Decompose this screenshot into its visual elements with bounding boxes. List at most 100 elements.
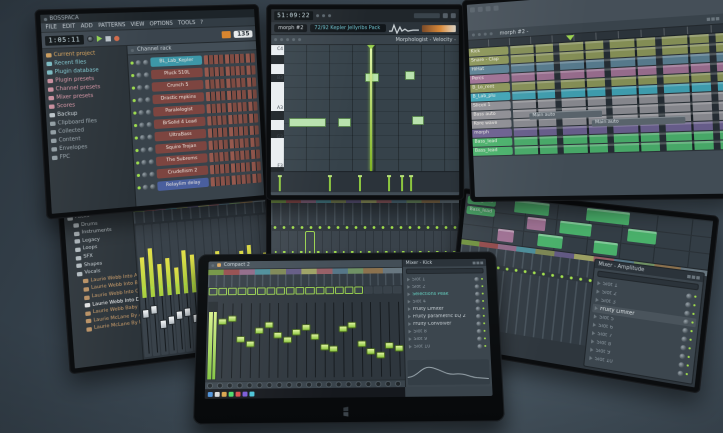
channel-name-button[interactable]: BL_Lab_Kepler bbox=[150, 55, 202, 66]
channel-name-button[interactable]: Crunch 5 bbox=[152, 79, 204, 91]
channel-select-button[interactable] bbox=[238, 288, 247, 295]
fader-cap[interactable] bbox=[264, 321, 273, 328]
touch-fader[interactable] bbox=[348, 300, 357, 379]
fader-cap[interactable] bbox=[228, 315, 237, 322]
audio-clip[interactable] bbox=[586, 208, 630, 225]
slot-mix-knob[interactable] bbox=[677, 370, 683, 376]
slot-mix-knob[interactable] bbox=[683, 318, 689, 324]
track-name-button[interactable]: Bass_lead bbox=[473, 147, 513, 156]
mute-led[interactable] bbox=[176, 284, 179, 287]
slot-enable-led[interactable] bbox=[483, 322, 485, 324]
fader-cap[interactable] bbox=[218, 319, 227, 326]
touch-fader[interactable] bbox=[366, 300, 376, 379]
taskbar-app-icon[interactable] bbox=[229, 391, 234, 396]
fader-cap[interactable] bbox=[357, 341, 366, 348]
draw-tool-icon[interactable] bbox=[472, 33, 475, 36]
fader-cap[interactable] bbox=[246, 340, 255, 347]
touch-fader[interactable] bbox=[375, 300, 385, 379]
velocity-bar[interactable] bbox=[329, 178, 331, 192]
piano-keys[interactable]: C4B3A3G3F3 bbox=[271, 45, 284, 171]
mute-led[interactable] bbox=[159, 285, 162, 288]
touch-fader[interactable] bbox=[320, 301, 329, 380]
window-buttons[interactable] bbox=[473, 261, 484, 264]
note-grid[interactable] bbox=[284, 45, 459, 171]
velocity-bar[interactable] bbox=[278, 178, 280, 192]
channel-select-button[interactable] bbox=[286, 287, 295, 294]
slot-enable-led[interactable] bbox=[483, 315, 485, 317]
channel-select-button[interactable] bbox=[364, 286, 373, 293]
playhead[interactable] bbox=[370, 45, 372, 171]
touch-fader[interactable] bbox=[245, 301, 255, 380]
channel-volume-knob[interactable] bbox=[147, 134, 153, 140]
rack-menu-icon[interactable] bbox=[131, 48, 134, 51]
channel-name-button[interactable]: Relaylim delay bbox=[157, 177, 209, 190]
step-sequencer-cells[interactable] bbox=[204, 53, 255, 64]
touch-fader[interactable] bbox=[236, 301, 246, 380]
slot-enable-led[interactable] bbox=[692, 313, 695, 315]
slot-mix-knob[interactable] bbox=[476, 321, 481, 326]
mixer-menu-icon[interactable] bbox=[211, 264, 214, 267]
channel-pan-knob[interactable] bbox=[136, 72, 142, 77]
channel-select-button[interactable] bbox=[373, 286, 382, 293]
channel-volume-knob[interactable] bbox=[146, 109, 152, 114]
channel-select-button[interactable] bbox=[218, 288, 227, 295]
menu-item[interactable]: EDIT bbox=[62, 23, 75, 30]
channel-name-button[interactable]: Pluck 510L bbox=[151, 67, 203, 79]
slot-mix-knob[interactable] bbox=[474, 277, 479, 282]
volume-fader[interactable] bbox=[167, 315, 175, 325]
slot-enable-led[interactable] bbox=[688, 347, 691, 350]
track-name-button[interactable]: Bass_lead bbox=[466, 206, 495, 217]
track-name-button[interactable]: morph bbox=[472, 128, 512, 137]
channel-select-button[interactable] bbox=[247, 288, 256, 295]
window-buttons[interactable] bbox=[687, 274, 700, 279]
slot-enable-led[interactable] bbox=[482, 293, 484, 295]
playhead-marker[interactable] bbox=[566, 35, 575, 41]
channel-select-button[interactable] bbox=[344, 287, 353, 294]
channel-pan-knob[interactable] bbox=[139, 122, 145, 128]
menu-item[interactable]: ? bbox=[200, 20, 203, 26]
menu-item[interactable]: VIEW bbox=[131, 21, 145, 28]
effect-slot[interactable]: Slot 10 bbox=[407, 342, 489, 350]
slice-tool-icon[interactable] bbox=[286, 38, 289, 41]
channel-enable-led[interactable] bbox=[135, 148, 138, 151]
channel-enable-led[interactable] bbox=[137, 186, 140, 189]
channel-enable-led[interactable] bbox=[131, 73, 134, 76]
slot-mix-knob[interactable] bbox=[685, 301, 691, 307]
channel-volume-knob[interactable] bbox=[143, 59, 149, 64]
channel-pan-knob[interactable] bbox=[141, 147, 147, 153]
channel-select-button[interactable] bbox=[277, 287, 286, 294]
slot-mix-knob[interactable] bbox=[475, 299, 480, 304]
menu-item[interactable]: FILE bbox=[45, 24, 57, 31]
step-sequencer-cells[interactable] bbox=[204, 65, 255, 76]
track-name-button[interactable]: Kore wave bbox=[472, 119, 512, 129]
fader-cap[interactable] bbox=[338, 325, 347, 332]
channel-pan-knob[interactable] bbox=[141, 159, 147, 165]
channel-pan-knob[interactable] bbox=[136, 60, 142, 65]
touch-fader[interactable] bbox=[302, 301, 310, 380]
channel-volume-knob[interactable] bbox=[144, 72, 150, 77]
fader-cap[interactable] bbox=[301, 324, 310, 331]
fader-cap[interactable] bbox=[367, 348, 376, 355]
typing-keyboard-icon[interactable] bbox=[222, 30, 231, 37]
slot-enable-led[interactable] bbox=[484, 330, 486, 332]
touch-fader[interactable] bbox=[226, 302, 236, 381]
fader-cap[interactable] bbox=[274, 332, 283, 339]
volume-fader[interactable] bbox=[175, 311, 183, 321]
channel-select-button[interactable] bbox=[325, 287, 334, 294]
mic-icon[interactable] bbox=[328, 14, 331, 17]
mute-led[interactable] bbox=[184, 283, 187, 286]
channel-enable-led[interactable] bbox=[132, 86, 135, 89]
audio-clip[interactable] bbox=[514, 200, 550, 216]
velocity-bar[interactable] bbox=[388, 178, 390, 192]
panel-icon[interactable] bbox=[451, 13, 456, 18]
slot-enable-led[interactable] bbox=[482, 307, 484, 309]
midi-note[interactable] bbox=[405, 71, 416, 80]
velocity-bar[interactable] bbox=[410, 178, 412, 192]
preset-display[interactable]: 72/92 Kepler Jellyribs Pack bbox=[310, 24, 386, 32]
volume-fader[interactable] bbox=[150, 305, 158, 315]
draw-tool-icon[interactable] bbox=[274, 38, 277, 41]
touch-fader[interactable] bbox=[283, 301, 292, 380]
slot-mix-knob[interactable] bbox=[679, 353, 685, 359]
audio-clip[interactable] bbox=[537, 234, 563, 249]
menu-item[interactable]: TOOLS bbox=[178, 20, 196, 27]
